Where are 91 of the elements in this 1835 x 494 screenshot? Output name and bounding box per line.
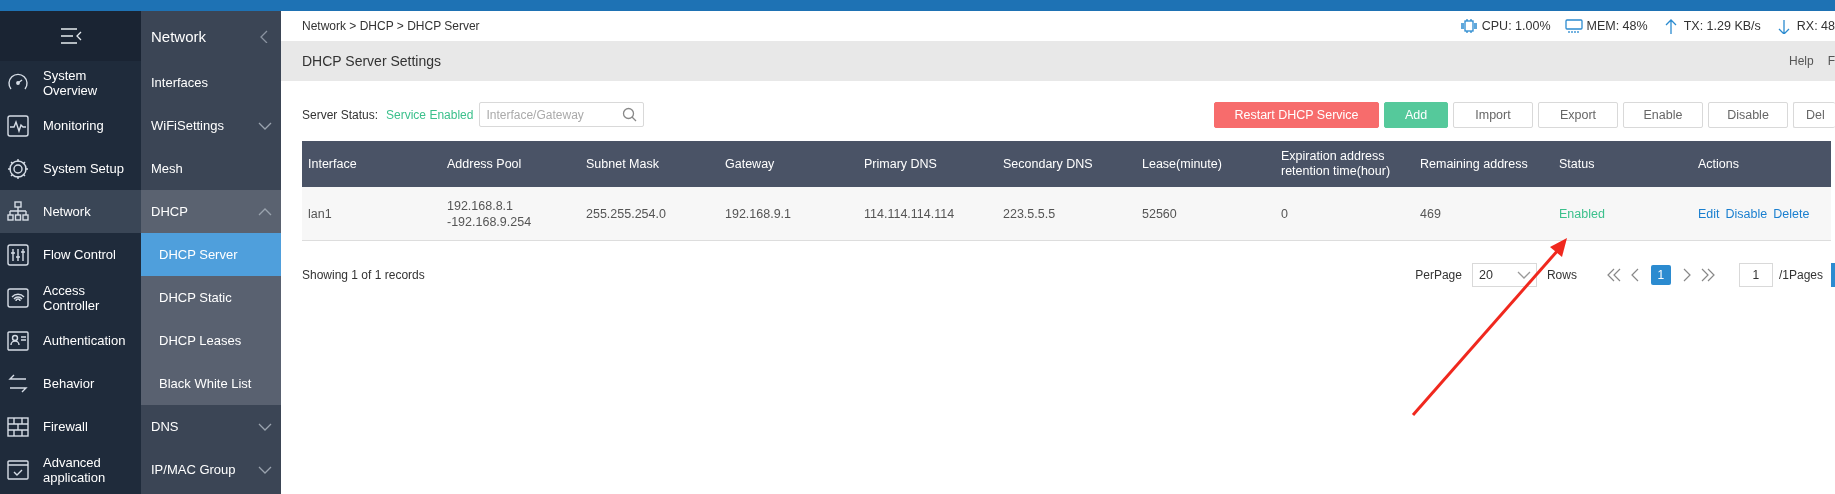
column-header: Remaining address (1414, 141, 1553, 187)
toolbar-button[interactable]: Del (1793, 101, 1835, 128)
toolbar-button[interactable]: Import (1453, 101, 1533, 128)
sidebar-item[interactable]: Network (0, 190, 141, 233)
last-page-icon[interactable] (1699, 267, 1716, 283)
per-page-label: PerPage (1415, 268, 1462, 282)
action-link[interactable]: Delete (1773, 205, 1810, 222)
sidebar-item[interactable]: Firewall (0, 405, 141, 448)
subnav-item[interactable]: IP/MAC Group (141, 448, 281, 491)
server-status-text: Service Enabled (386, 107, 474, 122)
search-field[interactable]: Interface/Gateway (479, 102, 645, 127)
stat-text: MEM: 48% (1586, 18, 1648, 33)
sidebar-label: Behavior (43, 376, 96, 391)
sidebar-label: Flow Control (43, 247, 117, 262)
per-page-select[interactable]: 20 (1471, 263, 1537, 287)
sidebar-label: System Overview (43, 67, 99, 98)
column-header: Interface (302, 141, 441, 187)
subnav-item[interactable]: DNS (141, 405, 281, 448)
sidebar-label: Firewall (43, 419, 89, 434)
breadcrumb: Network > DHCP > DHCP Server (302, 18, 480, 33)
subnav-item[interactable]: WiFiSettings (141, 104, 281, 147)
sidebar-item[interactable]: Authentication (0, 319, 141, 362)
rows-label: Rows (1546, 268, 1577, 282)
sidebar-item[interactable]: Monitoring (0, 104, 141, 147)
page-title: DHCP Server Settings (302, 53, 441, 69)
network-icon (6, 199, 30, 224)
sidebar-item[interactable]: System Setup (0, 147, 141, 190)
sliders-icon (6, 242, 30, 267)
column-header: Address Pool (441, 141, 580, 187)
subnav-item[interactable]: DHCP Leases (141, 319, 281, 362)
subnav-item[interactable]: Mesh (141, 147, 281, 190)
subnav-item[interactable]: Black White List (141, 362, 281, 405)
sidebar-label: System Setup (43, 161, 125, 176)
sidebar-label: Authentication (43, 333, 127, 348)
subnav-item[interactable]: Interfaces (141, 61, 281, 104)
action-link[interactable]: Edit (1698, 205, 1720, 222)
sidebar-item[interactable]: Behavior (0, 362, 141, 405)
table-cell: 0 (1275, 187, 1414, 241)
column-header: Actions (1692, 141, 1831, 187)
column-header: Subnet Mask (580, 141, 719, 187)
settings-icon (6, 156, 30, 181)
sidebar-label: Monitoring (43, 118, 105, 133)
cpu-chip-icon (1459, 17, 1478, 34)
table-cell: 223.5.5.5 (997, 187, 1136, 241)
subnav-item[interactable]: DHCP Static (141, 276, 281, 319)
toolbar-button[interactable]: Export (1538, 101, 1618, 128)
stat-text: CPU: 1.00% (1481, 18, 1551, 33)
first-page-icon[interactable] (1605, 267, 1622, 283)
page-total: /1Pages (1778, 268, 1823, 282)
checkbox-icon (6, 457, 30, 482)
sidebar-label: Access Controller (43, 282, 101, 313)
memory-module-icon (1564, 17, 1583, 34)
page-input[interactable]: 1 (1738, 263, 1773, 287)
column-header: Secondary DNS (997, 141, 1136, 187)
table-cell: 255.255.254.0 (580, 187, 719, 241)
table-cell: 192.168.9.1 (719, 187, 858, 241)
column-header: Primary DNS (858, 141, 997, 187)
sidebar-item[interactable]: Advanced application (0, 448, 141, 491)
page-number[interactable]: 1 (1650, 265, 1671, 285)
toolbar-button[interactable]: Disable (1708, 101, 1788, 128)
id-card-icon (6, 328, 30, 353)
wifi-icon (6, 285, 30, 310)
table-cell: 469 (1414, 187, 1553, 241)
column-header: Expiration address retention time(hour) (1275, 141, 1414, 187)
table-cell: lan1 (302, 187, 441, 241)
sidebar-label: Network (43, 204, 92, 219)
action-link[interactable]: Disable (1725, 205, 1768, 222)
records-summary: Showing 1 of 1 records (302, 268, 425, 282)
pulse-chart-icon (6, 113, 30, 138)
menu-icon[interactable] (58, 26, 83, 46)
header-link[interactable]: Help (1788, 54, 1814, 68)
server-status-label: Server Status: (302, 107, 379, 122)
column-header: Status (1553, 141, 1692, 187)
toolbar-button[interactable]: Enable (1623, 101, 1703, 128)
table-cell: 114.114.114.114 (858, 187, 997, 241)
sidebar-item[interactable]: Flow Control (0, 233, 141, 276)
search-icon (622, 107, 638, 122)
status-cell: Enabled (1553, 187, 1692, 241)
column-header: Gateway (719, 141, 858, 187)
sidebar-label: Advanced application (43, 454, 107, 485)
column-header: Lease(minute) (1136, 141, 1275, 187)
sidebar-item[interactable]: System Overview (0, 61, 141, 104)
subnav-title: Network (151, 27, 206, 45)
stat-text: TX: 1.29 KB/s (1683, 18, 1761, 33)
table-cell: 192.168.8.1 -192.168.9.254 (441, 187, 580, 241)
brick-wall-icon (6, 414, 30, 439)
sidebar-item[interactable]: Access Controller (0, 276, 141, 319)
stat-text: RX: 48 (1796, 18, 1835, 33)
header-link[interactable]: F (1827, 54, 1835, 68)
table-cell: 52560 (1136, 187, 1275, 241)
subnav-item[interactable]: DHCP (141, 190, 281, 233)
